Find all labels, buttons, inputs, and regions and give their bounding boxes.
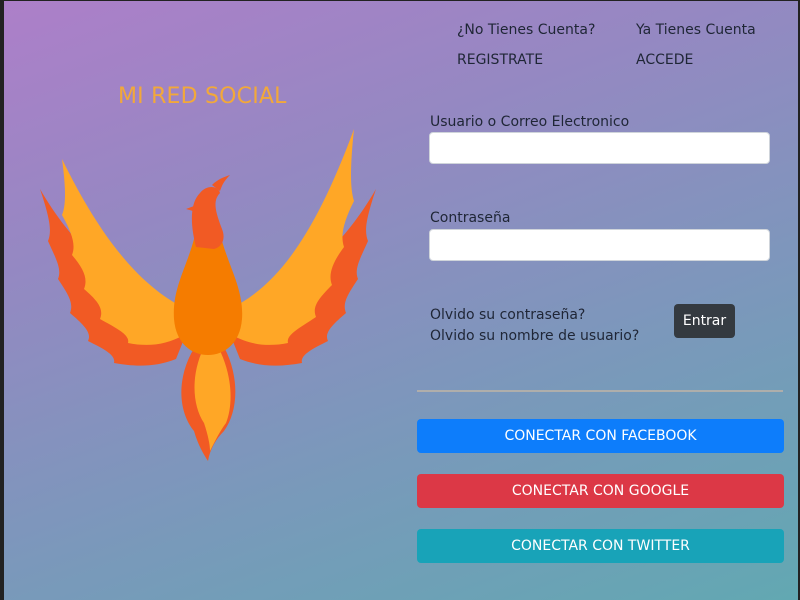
login-link[interactable]: ACCEDE: [636, 52, 756, 68]
phoenix-icon: [40, 129, 376, 461]
login-block: Ya Tienes Cuenta ACCEDE: [636, 22, 756, 68]
register-block: ¿No Tienes Cuenta? REGISTRATE: [457, 22, 595, 68]
forgot-password-link[interactable]: Olvido su contraseña?: [430, 307, 585, 323]
enter-button[interactable]: Entrar: [674, 304, 735, 338]
username-label: Usuario o Correo Electronico: [430, 114, 630, 130]
connect-twitter-button[interactable]: CONECTAR CON TWITTER: [417, 529, 784, 563]
login-page: MI RED SOCIAL ¿No Tienes Cuenta? REGISTR…: [0, 0, 800, 600]
login-question: Ya Tienes Cuenta: [636, 22, 756, 38]
divider: [417, 390, 783, 392]
brand-title: MI RED SOCIAL: [118, 84, 287, 109]
connect-facebook-button[interactable]: CONECTAR CON FACEBOOK: [417, 419, 784, 453]
password-label: Contraseña: [430, 210, 511, 226]
username-input[interactable]: [429, 132, 770, 164]
password-input[interactable]: [429, 229, 770, 261]
forgot-username-link[interactable]: Olvido su nombre de usuario?: [430, 328, 639, 344]
register-question: ¿No Tienes Cuenta?: [457, 22, 596, 38]
register-link[interactable]: REGISTRATE: [457, 52, 595, 68]
connect-google-button[interactable]: CONECTAR CON GOOGLE: [417, 474, 784, 508]
